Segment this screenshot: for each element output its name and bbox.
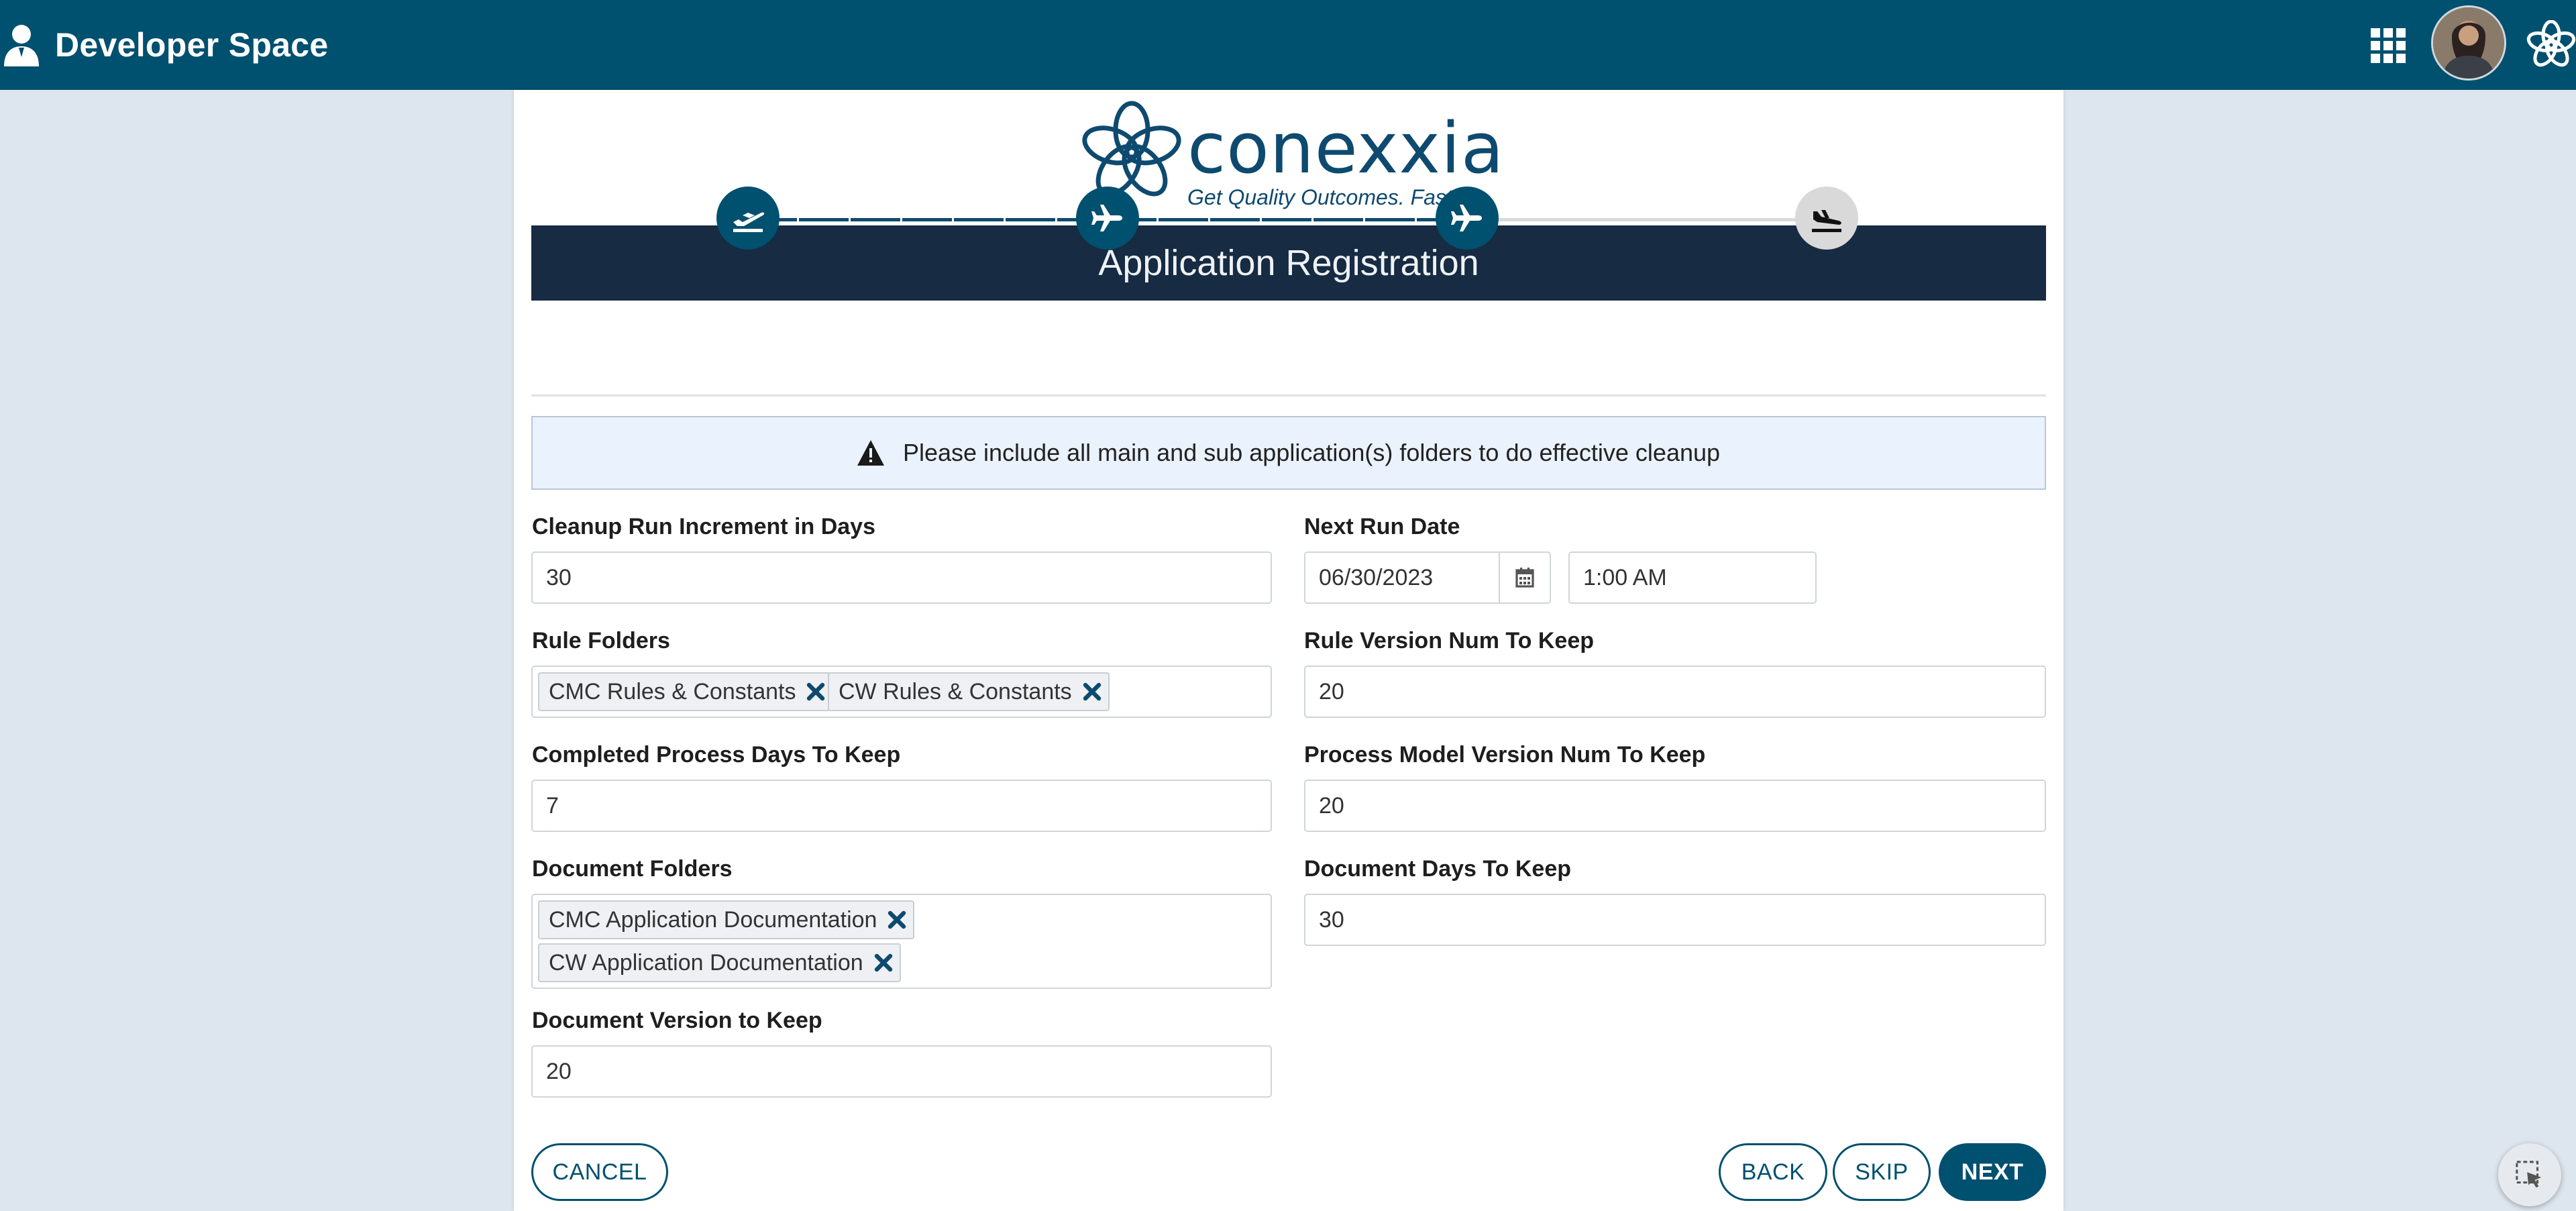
info-alert: Please include all main and sub applicat…	[531, 416, 2046, 490]
plane-icon	[1451, 205, 1482, 231]
feedback-cursor-icon	[2516, 1161, 2542, 1188]
document-folders-picker[interactable]: CMC Application Documentation CW Applica…	[531, 894, 1272, 989]
next-run-date-input[interactable]: 06/30/2023	[1304, 551, 1500, 604]
swirl-logo-icon	[2526, 20, 2576, 67]
rule-version-num-input[interactable]: 20	[1304, 666, 2046, 718]
plane-takeoff-icon	[733, 212, 765, 232]
apps-grid-icon[interactable]	[2371, 28, 2406, 63]
app-brand[interactable]: Developer Space	[0, 0, 328, 90]
calendar-button[interactable]	[1499, 551, 1551, 604]
process-model-version-num-input[interactable]: 20	[1304, 780, 2046, 832]
chip-label: CW Rules & Constants	[839, 679, 1072, 704]
remove-chip-icon[interactable]	[874, 953, 893, 972]
document-folder-chip: CMC Application Documentation	[538, 900, 915, 939]
rule-folder-chip: CW Rules & Constants	[828, 672, 1110, 711]
step-connector-3	[1466, 218, 1829, 221]
completed-process-days-input[interactable]: 7	[531, 780, 1272, 832]
document-folders-label: Document Folders	[532, 856, 733, 882]
rule-folders-picker[interactable]: CMC Rules & Constants CW Rules & Constan…	[531, 666, 1272, 718]
document-days-label: Document Days To Keep	[1304, 856, 1572, 882]
back-button[interactable]: BACK	[1719, 1143, 1827, 1201]
step-connector-1	[747, 218, 1110, 221]
cleanup-run-increment-input[interactable]: 30	[531, 551, 1272, 604]
document-days-input[interactable]: 30	[1304, 894, 2046, 946]
logo-wordmark: conexxia	[1187, 107, 1505, 189]
chip-label: CW Application Documentation	[549, 950, 863, 976]
next-button[interactable]: NEXT	[1939, 1143, 2046, 1201]
rule-folder-chip: CMC Rules & Constants	[538, 672, 834, 711]
logo-tagline: Get Quality Outcomes. Faster.	[1187, 185, 1477, 209]
rule-folders-label: Rule Folders	[532, 628, 670, 653]
warning-icon	[857, 440, 884, 466]
step-3[interactable]	[1436, 187, 1499, 250]
step-4[interactable]	[1795, 187, 1858, 250]
remove-chip-icon[interactable]	[888, 910, 906, 929]
cancel-button[interactable]: CANCEL	[531, 1143, 668, 1201]
avatar-image	[2433, 7, 2504, 78]
cleanup-run-increment-label: Cleanup Run Increment in Days	[532, 514, 875, 539]
document-version-input[interactable]: 20	[531, 1045, 1272, 1098]
remove-chip-icon[interactable]	[1083, 682, 1102, 701]
step-2[interactable]	[1076, 187, 1139, 250]
plane-icon	[1091, 205, 1122, 231]
conexxia-logo: conexxia Get Quality Outcomes. Faster.	[1080, 95, 1509, 209]
completed-process-days-label: Completed Process Days To Keep	[532, 742, 901, 768]
calendar-icon	[1515, 568, 1534, 588]
user-icon	[4, 25, 39, 66]
section-divider	[531, 394, 2046, 397]
step-1[interactable]	[716, 187, 780, 250]
next-run-time-input[interactable]: 1:00 AM	[1568, 551, 1817, 604]
alert-text: Please include all main and sub applicat…	[902, 439, 1721, 466]
plane-landing-icon	[1812, 210, 1841, 232]
document-version-label: Document Version to Keep	[532, 1008, 822, 1033]
registration-card: conexxia Get Quality Outcomes. Faster. A…	[514, 90, 2063, 1211]
skip-button[interactable]: SKIP	[1833, 1143, 1931, 1201]
app-title: Developer Space	[55, 26, 329, 64]
chip-label: CMC Application Documentation	[549, 907, 877, 933]
rule-version-num-label: Rule Version Num To Keep	[1304, 628, 1595, 653]
chip-label: CMC Rules & Constants	[549, 679, 796, 704]
feedback-button[interactable]	[2498, 1143, 2561, 1206]
next-run-date-label: Next Run Date	[1304, 514, 1460, 539]
step-connector-2	[1107, 218, 1469, 221]
process-model-version-num-label: Process Model Version Num To Keep	[1304, 742, 1706, 768]
top-app-bar: Developer Space	[0, 0, 2576, 90]
remove-chip-icon[interactable]	[806, 682, 825, 701]
document-folder-chip: CW Application Documentation	[538, 943, 901, 982]
avatar[interactable]	[2431, 5, 2506, 81]
